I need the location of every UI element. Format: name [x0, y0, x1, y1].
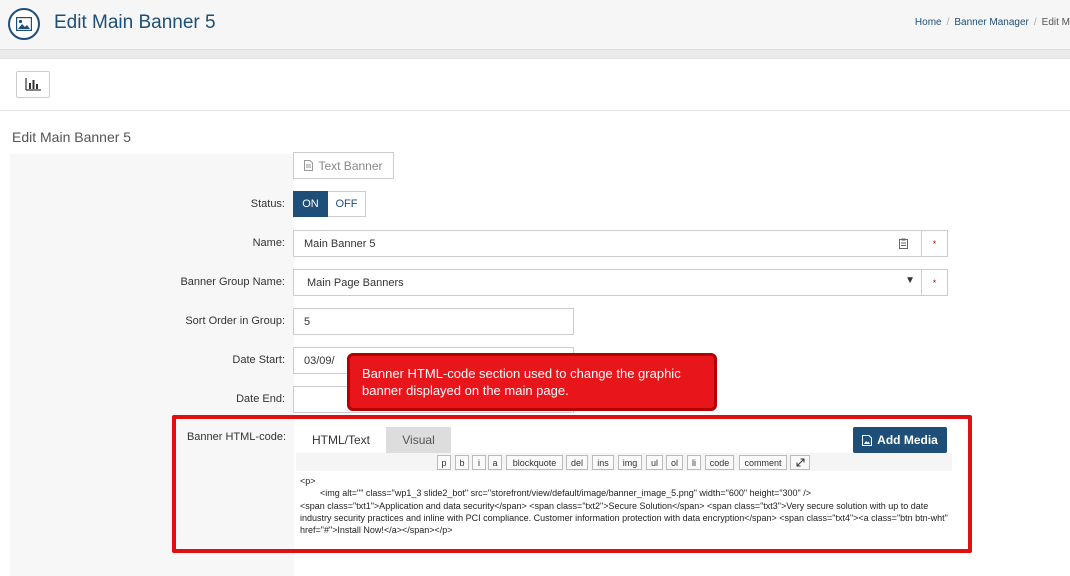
image-icon	[8, 8, 40, 40]
quicktag-a[interactable]: a	[488, 455, 502, 470]
group-value: Main Page Banners	[307, 276, 404, 289]
quicktag-del[interactable]: del	[566, 455, 588, 470]
group-required-mark: *	[921, 269, 948, 296]
add-media-label: Add Media	[877, 433, 938, 447]
status-toggle[interactable]: ON OFF	[293, 191, 366, 217]
expand-icon	[796, 458, 804, 467]
text-banner-button[interactable]: Text Banner	[293, 152, 394, 179]
quicktag-ol[interactable]: ol	[666, 455, 683, 470]
quicktag-i[interactable]: i	[472, 455, 486, 470]
name-input[interactable]: Main Banner 5	[293, 230, 922, 257]
clipboard-icon	[899, 238, 908, 249]
group-label: Banner Group Name:	[180, 276, 285, 288]
status-label: Status:	[250, 198, 285, 210]
quicktag-comment[interactable]: comment	[739, 455, 787, 470]
name-label: Name:	[252, 237, 285, 249]
tab-visual[interactable]: Visual	[386, 427, 451, 453]
sort-order-value: 5	[304, 315, 311, 328]
sort-order-label: Sort Order in Group:	[185, 315, 285, 327]
toolbar	[0, 59, 1070, 111]
quicktag-p[interactable]: p	[437, 455, 451, 470]
banner-html-textarea[interactable]: <p> <img alt="" class="wp1_3 slide2_bot"…	[296, 471, 952, 543]
annotation-callout: Banner HTML-code section used to change …	[347, 353, 717, 411]
status-off-button[interactable]: OFF	[328, 191, 366, 217]
quicktag-img[interactable]: img	[618, 455, 642, 470]
quicktag-li[interactable]: li	[687, 455, 701, 470]
quicktag-ins[interactable]: ins	[592, 455, 614, 470]
date-start-label: Date Start:	[232, 354, 285, 366]
breadcrumb-current: Edit M	[1041, 17, 1070, 28]
breadcrumb-home[interactable]: Home	[915, 17, 942, 28]
breadcrumb: Home / Banner Manager / Edit M	[914, 17, 1070, 28]
name-value: Main Banner 5	[304, 237, 376, 250]
fullscreen-button[interactable]	[790, 455, 810, 470]
group-select[interactable]: Main Page Banners ▼	[293, 269, 922, 296]
bar-chart-icon	[25, 78, 41, 91]
section-title: Edit Main Banner 5	[12, 129, 132, 145]
status-on-button[interactable]: ON	[293, 191, 328, 217]
quicktag-code[interactable]: code	[705, 455, 734, 470]
date-end-label: Date End:	[236, 393, 285, 405]
document-icon	[304, 160, 314, 171]
main-panel: Edit Main Banner 5 Text Banner Status: O…	[0, 58, 1070, 576]
quicktag-b[interactable]: b	[455, 455, 469, 470]
add-media-button[interactable]: Add Media	[853, 427, 947, 453]
chart-button[interactable]	[16, 71, 50, 98]
sort-order-input[interactable]: 5	[293, 308, 574, 335]
dropdown-arrow-icon: ▼	[905, 275, 915, 286]
quicktag-ul[interactable]: ul	[646, 455, 663, 470]
page-title: Edit Main Banner 5	[54, 12, 216, 33]
tab-html-text[interactable]: HTML/Text	[296, 427, 386, 453]
breadcrumb-banner-manager[interactable]: Banner Manager	[954, 17, 1029, 28]
name-required-mark: *	[921, 230, 948, 257]
quicktag-blockquote[interactable]: blockquote	[506, 455, 563, 470]
page-header: Edit Main Banner 5 Home / Banner Manager / E…	[0, 0, 1070, 50]
text-banner-label: Text Banner	[318, 158, 383, 173]
media-icon	[862, 434, 873, 446]
banner-html-label: Banner HTML-code:	[186, 431, 286, 443]
date-start-value: 03/09/	[304, 354, 335, 367]
